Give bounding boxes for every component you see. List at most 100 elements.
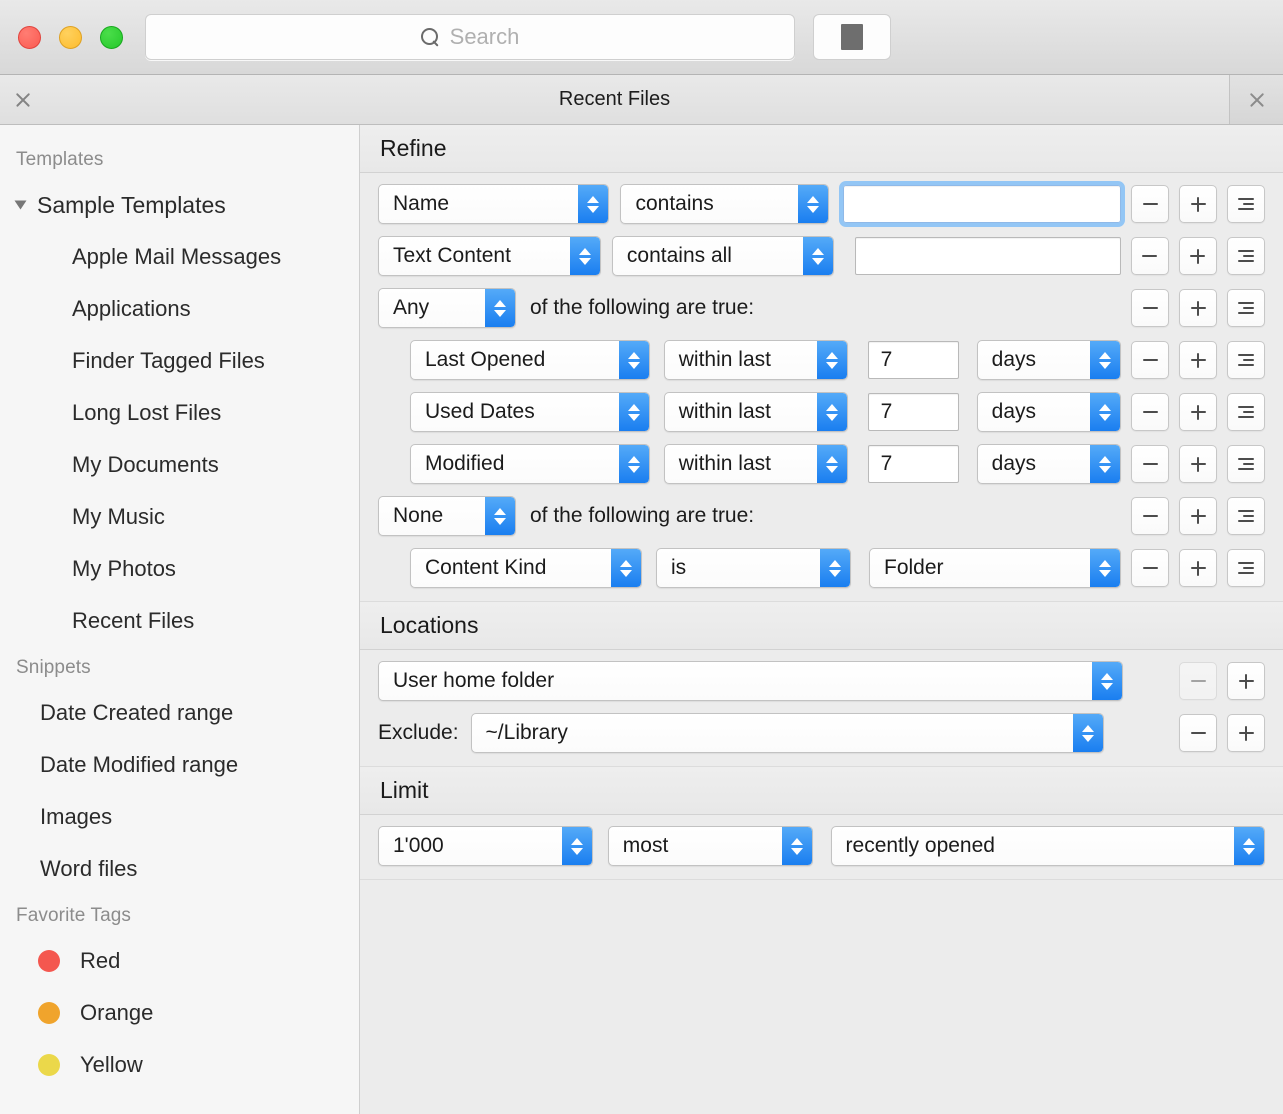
- sidebar-item-label: Orange: [80, 1000, 153, 1026]
- minus-icon: [1191, 732, 1206, 734]
- amount-value: 7: [881, 452, 893, 476]
- criterion-select-content-kind[interactable]: Content Kind: [410, 548, 642, 588]
- row-options-button[interactable]: [1227, 549, 1265, 587]
- tab-recent-files[interactable]: Recent Files: [0, 75, 1230, 124]
- minimize-window-button[interactable]: [59, 26, 82, 49]
- remove-exclude-button[interactable]: [1179, 714, 1217, 752]
- plus-icon: [1191, 405, 1206, 420]
- traffic-lights: [18, 26, 123, 49]
- amount-input-3[interactable]: 7: [868, 445, 960, 483]
- criterion-select-used-dates[interactable]: Used Dates: [410, 392, 650, 432]
- remove-row-button[interactable]: [1131, 289, 1169, 327]
- remove-row-button[interactable]: [1131, 445, 1169, 483]
- operator-select-contains[interactable]: contains: [620, 184, 829, 224]
- remove-row-button[interactable]: [1131, 341, 1169, 379]
- chevron-updown-icon: [1090, 341, 1120, 379]
- operator-select-contains-all[interactable]: contains all: [612, 236, 835, 276]
- add-location-button[interactable]: [1227, 662, 1265, 700]
- row-options-button[interactable]: [1227, 185, 1265, 223]
- limit-count-select[interactable]: 1'000: [378, 826, 593, 866]
- row-options-button[interactable]: [1227, 393, 1265, 431]
- operator-select-within-last-1[interactable]: within last: [664, 340, 849, 380]
- amount-input-1[interactable]: 7: [868, 341, 960, 379]
- remove-row-button[interactable]: [1131, 497, 1169, 535]
- tag-color-dot-orange: [38, 1002, 60, 1024]
- zoom-window-button[interactable]: [100, 26, 123, 49]
- unit-select-days-2[interactable]: days: [977, 392, 1121, 432]
- unit-value: days: [992, 400, 1036, 424]
- add-row-button[interactable]: [1179, 445, 1217, 483]
- add-row-button[interactable]: [1179, 185, 1217, 223]
- sidebar-item-word-files[interactable]: Word files: [0, 843, 359, 895]
- locations-section: User home folder Exclude: ~/Library: [360, 650, 1283, 767]
- criterion-select-last-opened[interactable]: Last Opened: [410, 340, 650, 380]
- value-select-folder[interactable]: Folder: [869, 548, 1121, 588]
- criterion-select-modified[interactable]: Modified: [410, 444, 650, 484]
- remove-row-button[interactable]: [1131, 549, 1169, 587]
- close-icon[interactable]: [12, 89, 34, 111]
- row-options-button[interactable]: [1227, 497, 1265, 535]
- sidebar-item-sample-templates[interactable]: Sample Templates: [0, 179, 359, 231]
- sidebar-item-recent-files[interactable]: Recent Files: [0, 595, 359, 647]
- row-options-button[interactable]: [1227, 237, 1265, 275]
- limit-order-select[interactable]: most: [608, 826, 813, 866]
- sidebar-item-long-lost-files[interactable]: Long Lost Files: [0, 387, 359, 439]
- search-input[interactable]: Search: [145, 14, 795, 60]
- criterion-value: Modified: [425, 452, 504, 476]
- chevron-updown-icon: [611, 549, 641, 587]
- exclude-label: Exclude:: [378, 721, 459, 745]
- menu-lines-icon: [1238, 250, 1254, 262]
- refine-row-name: Name contains: [360, 183, 1283, 225]
- amount-input-2[interactable]: 7: [868, 393, 960, 431]
- criterion-select-name[interactable]: Name: [378, 184, 609, 224]
- add-row-button[interactable]: [1179, 289, 1217, 327]
- value-input-text-content[interactable]: [855, 237, 1121, 275]
- operator-select-within-last-3[interactable]: within last: [664, 444, 849, 484]
- sidebar-item-my-photos[interactable]: My Photos: [0, 543, 359, 595]
- sidebar-item-apple-mail-messages[interactable]: Apple Mail Messages: [0, 231, 359, 283]
- add-row-button[interactable]: [1179, 549, 1217, 587]
- quantifier-select-any[interactable]: Any: [378, 288, 516, 328]
- sidebar-item-tag-yellow[interactable]: Yellow: [0, 1039, 359, 1091]
- sidebar-item-date-created-range[interactable]: Date Created range: [0, 687, 359, 739]
- row-options-button[interactable]: [1227, 341, 1265, 379]
- stop-button[interactable]: [813, 14, 891, 60]
- exclude-select[interactable]: ~/Library: [471, 713, 1104, 753]
- add-exclude-button[interactable]: [1227, 714, 1265, 752]
- value-input-name[interactable]: [843, 185, 1121, 223]
- sidebar-item-tag-red[interactable]: Red: [0, 935, 359, 987]
- sidebar-item-my-documents[interactable]: My Documents: [0, 439, 359, 491]
- remove-row-button[interactable]: [1131, 185, 1169, 223]
- remove-row-button[interactable]: [1131, 237, 1169, 275]
- quantifier-select-none[interactable]: None: [378, 496, 516, 536]
- chevron-updown-icon: [820, 549, 850, 587]
- add-row-button[interactable]: [1179, 341, 1217, 379]
- row-options-button[interactable]: [1227, 445, 1265, 483]
- operator-select-is[interactable]: is: [656, 548, 851, 588]
- limit-sortby-select[interactable]: recently opened: [831, 826, 1265, 866]
- row-options-button[interactable]: [1227, 289, 1265, 327]
- unit-select-days-3[interactable]: days: [977, 444, 1121, 484]
- add-row-button[interactable]: [1179, 393, 1217, 431]
- location-select[interactable]: User home folder: [378, 661, 1123, 701]
- remove-row-button[interactable]: [1131, 393, 1169, 431]
- panel-close-button[interactable]: [1230, 75, 1283, 124]
- sidebar-item-tag-orange[interactable]: Orange: [0, 987, 359, 1039]
- location-row: User home folder: [360, 660, 1283, 702]
- add-row-button[interactable]: [1179, 237, 1217, 275]
- criterion-select-text-content[interactable]: Text Content: [378, 236, 601, 276]
- sidebar-item-my-music[interactable]: My Music: [0, 491, 359, 543]
- remove-location-button[interactable]: [1179, 662, 1217, 700]
- unit-select-days-1[interactable]: days: [977, 340, 1121, 380]
- chevron-down-icon[interactable]: [15, 201, 27, 210]
- sidebar-item-applications[interactable]: Applications: [0, 283, 359, 335]
- sidebar-item-images[interactable]: Images: [0, 791, 359, 843]
- section-header-refine: Refine: [360, 125, 1283, 173]
- operator-select-within-last-2[interactable]: within last: [664, 392, 849, 432]
- window-toolbar: Search: [0, 0, 1283, 75]
- add-row-button[interactable]: [1179, 497, 1217, 535]
- sidebar-item-date-modified-range[interactable]: Date Modified range: [0, 739, 359, 791]
- sidebar-item-finder-tagged-files[interactable]: Finder Tagged Files: [0, 335, 359, 387]
- close-window-button[interactable]: [18, 26, 41, 49]
- tab-title: Recent Files: [0, 88, 1229, 111]
